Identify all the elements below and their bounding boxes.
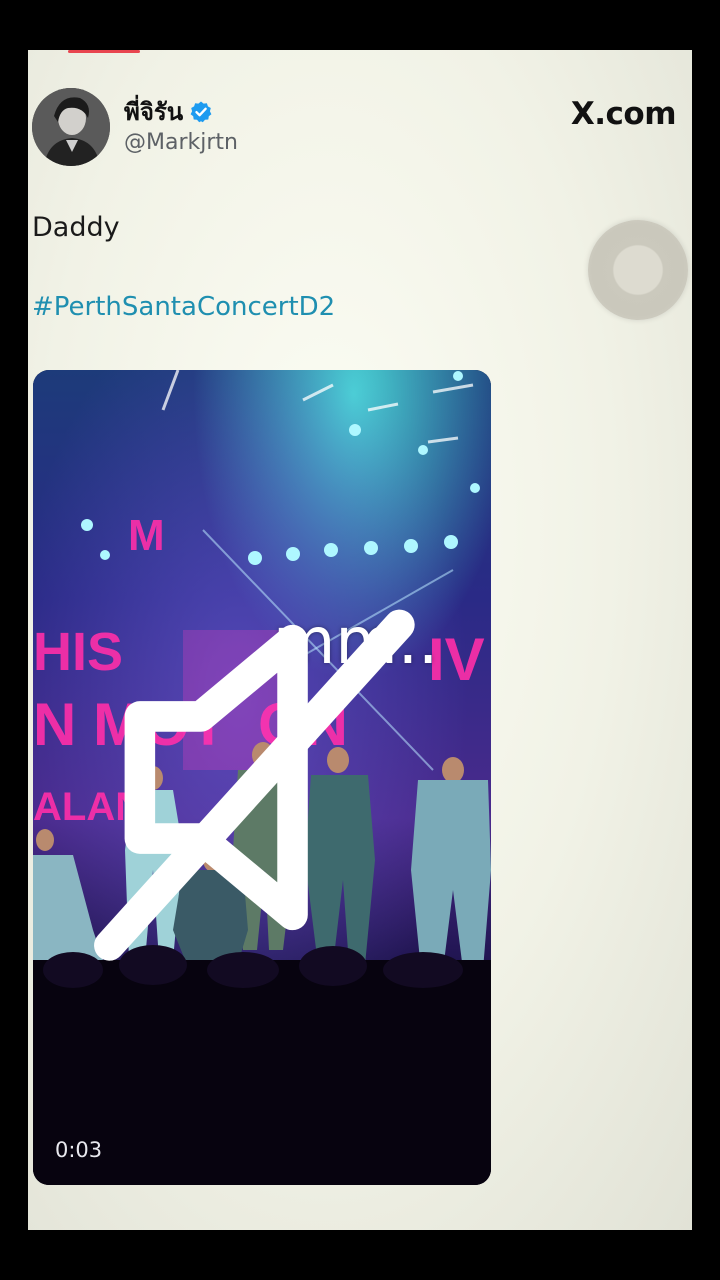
avatar[interactable] (32, 88, 110, 166)
tweet-card: พี่จิรัน @Markjrtn X.com Daddy #PerthSan… (28, 50, 692, 1230)
site-logo: X.com (570, 96, 677, 132)
floating-assistive-button[interactable] (588, 220, 688, 320)
mute-icon[interactable] (33, 370, 491, 1185)
display-name-text: พี่จิรัน (124, 98, 184, 126)
hashtag-link[interactable]: #PerthSantaConcertD2 (32, 292, 335, 322)
display-name[interactable]: พี่จิรัน (124, 92, 213, 131)
top-accent-bar (68, 50, 140, 53)
user-handle[interactable]: @Markjrtn (124, 130, 238, 155)
video-player[interactable]: M HIS N MOT ON IV ALAN (33, 370, 491, 1185)
avatar-image (32, 88, 110, 166)
verified-badge-icon (190, 101, 212, 122)
tweet-text: Daddy (32, 212, 120, 243)
